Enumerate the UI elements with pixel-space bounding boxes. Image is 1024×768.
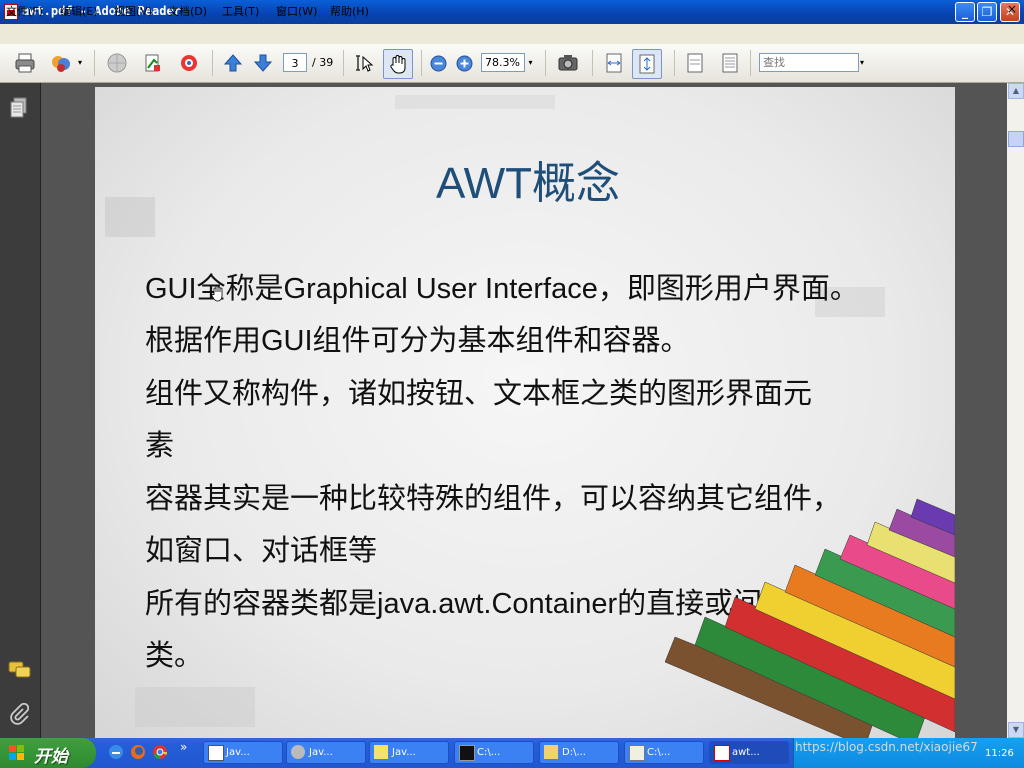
terminal-icon	[629, 745, 645, 761]
zoom-dropdown-icon[interactable]: ▾	[525, 53, 536, 72]
colored-pencils-image	[664, 498, 955, 738]
slide-line-8: 类。	[145, 640, 204, 672]
toolbar-separator	[212, 50, 213, 76]
attachment-icon[interactable]	[9, 703, 29, 725]
sign-icon[interactable]	[142, 52, 164, 74]
collaborate-icon[interactable]	[50, 52, 72, 74]
fit-width-icon[interactable]	[603, 52, 625, 74]
page-number-input[interactable]: 3	[283, 53, 307, 72]
hand-cursor-icon	[211, 285, 223, 302]
toolbar-separator	[94, 50, 95, 76]
fit-page-icon	[639, 54, 655, 74]
page-total: / 39	[312, 56, 334, 69]
menu-window[interactable]: 窗口(W)	[276, 3, 317, 19]
toolbar-separator	[545, 50, 546, 76]
help-icon	[374, 745, 388, 759]
menu-help[interactable]: 帮助(H)	[330, 3, 369, 19]
restore-button[interactable]: ❐	[977, 2, 997, 22]
single-page-icon[interactable]	[684, 52, 706, 74]
slide-line-3: 组件又称构件，诸如按钮、文本框之类的图形界面元	[145, 378, 813, 410]
chrome-icon[interactable]	[152, 744, 168, 760]
document-icon	[208, 745, 224, 761]
pages-icon[interactable]	[9, 97, 29, 119]
continuous-page-icon[interactable]	[719, 52, 741, 74]
chevron-down-icon[interactable]: ▾	[78, 58, 82, 67]
task-button-active[interactable]: awt...	[709, 741, 789, 764]
previous-page-icon[interactable]	[222, 52, 244, 74]
review-icon[interactable]	[178, 52, 200, 74]
firefox-icon[interactable]	[130, 744, 146, 760]
pdf-page[interactable]: AWT概念 GUI全称是Graphical User Interface，即图形…	[95, 87, 955, 738]
scroll-thumb[interactable]	[1008, 131, 1024, 147]
pdf-icon	[714, 745, 730, 761]
toolbar-separator	[343, 50, 344, 76]
clock: 11:26	[985, 748, 1014, 759]
toolbar-separator	[421, 50, 422, 76]
navigation-pane	[0, 83, 41, 738]
gear-icon	[291, 745, 305, 759]
minimize-button[interactable]: _	[955, 2, 975, 22]
task-button[interactable]: D:\...	[539, 741, 619, 764]
task-button[interactable]: C:\...	[624, 741, 704, 764]
slide-line-4: 素	[145, 430, 175, 462]
comments-icon[interactable]	[8, 660, 32, 680]
select-text-icon[interactable]	[352, 52, 374, 74]
window-title: awt.pdf - Adobe Reader	[22, 4, 181, 18]
menu-tools[interactable]: 工具(T)	[222, 3, 259, 19]
globe-icon[interactable]	[106, 52, 128, 74]
search-input[interactable]: 查找	[759, 53, 859, 72]
task-button[interactable]: Jav...	[286, 741, 366, 764]
toolbar-separator	[592, 50, 593, 76]
start-label: 开始	[34, 747, 68, 767]
task-button[interactable]: Jav...	[369, 741, 449, 764]
task-button[interactable]: Jav...	[203, 741, 283, 764]
scroll-up-button[interactable]: ▲	[1008, 83, 1024, 99]
task-button[interactable]: C:\...	[454, 741, 534, 764]
print-icon[interactable]	[14, 52, 36, 74]
menu-edit[interactable]: 编辑(E)	[60, 3, 98, 19]
folder-icon	[544, 745, 558, 759]
menu-bar	[0, 24, 1024, 44]
zoom-input[interactable]: 78.3%	[481, 53, 525, 72]
ie-icon[interactable]	[108, 744, 124, 760]
zoom-out-icon[interactable]	[430, 55, 447, 72]
vertical-scrollbar[interactable]	[1007, 83, 1024, 738]
slide-line-2: 根据作用GUI组件可分为基本组件和容器。	[145, 325, 690, 357]
next-page-icon[interactable]	[252, 52, 274, 74]
quicklaunch-expand-icon[interactable]: »	[180, 740, 187, 754]
console-icon	[459, 745, 475, 761]
slide-line-6: 如窗口、对话框等	[145, 535, 378, 567]
zoom-in-icon[interactable]	[456, 55, 473, 72]
menu-view[interactable]: 视图(V)	[114, 3, 152, 19]
menu-file[interactable]: 文件(F)	[6, 3, 43, 19]
scroll-down-button[interactable]: ▼	[1008, 722, 1024, 738]
windows-logo-icon	[9, 745, 24, 760]
watermark-text: https://blog.csdn.net/xiaojie67	[795, 740, 978, 754]
slide-line-1: GUI全称是Graphical User Interface，即图形用户界面。	[145, 273, 859, 305]
search-dropdown-icon[interactable]: ▾	[860, 53, 869, 72]
snapshot-icon[interactable]	[557, 52, 579, 74]
close-document-icon[interactable]: ×	[1007, 2, 1017, 16]
toolbar-separator	[750, 50, 751, 76]
menu-document[interactable]: 文档(D)	[168, 3, 207, 19]
slide-title: AWT概念	[435, 159, 621, 208]
hand-icon	[390, 55, 406, 74]
toolbar-separator	[674, 50, 675, 76]
